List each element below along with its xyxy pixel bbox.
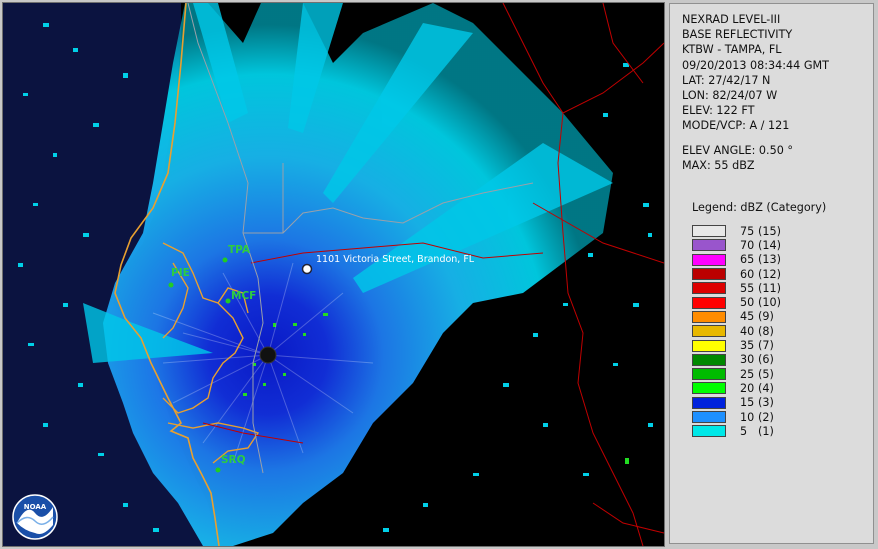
noaa-logo: NOAA <box>12 494 58 540</box>
legend-value: 65 <box>740 253 755 267</box>
address-label: 1101 Victoria Street, Brandon, FL <box>316 254 475 265</box>
product-name: NEXRAD LEVEL-III <box>682 13 781 26</box>
legend-category: (14) <box>758 238 781 252</box>
radar-map[interactable]: TPA PIE MCF SRQ 1101 Victoria Street, Br… <box>2 2 665 547</box>
legend-swatch <box>692 382 726 395</box>
legend-value: 35 <box>740 339 755 353</box>
legend-value: 70 <box>740 238 755 252</box>
legend-title: Legend: dBZ (Category) <box>692 201 827 214</box>
legend-value: 15 <box>740 396 755 410</box>
station-name: KTBW - TAMPA, FL <box>682 43 782 57</box>
legend-row: 60 (12) <box>692 267 786 281</box>
legend-category: (1) <box>758 424 774 438</box>
legend-value: 60 <box>740 267 755 281</box>
radar-info: NEXRAD LEVEL-III BASE REFLECTIVITY KTBW … <box>682 12 829 173</box>
radar-map-svg: TPA PIE MCF SRQ 1101 Victoria Street, Br… <box>3 3 664 546</box>
legend-category: (6) <box>758 353 774 367</box>
legend-value: 55 <box>740 281 755 295</box>
legend-value: 30 <box>740 353 755 367</box>
legend-swatch <box>692 396 726 409</box>
legend-swatch <box>692 310 726 323</box>
legend-category: (8) <box>758 324 774 338</box>
site-label-tpa: TPA <box>228 244 251 256</box>
elevation: ELEV: 122 FT <box>682 104 755 118</box>
legend-row: 25 (5) <box>692 367 786 381</box>
address-marker[interactable] <box>301 263 313 275</box>
legend-value: 10 <box>740 410 755 424</box>
scan-datetime: 09/20/2013 08:34:44 GMT <box>682 58 829 72</box>
legend-row: 45 (9) <box>692 310 786 324</box>
legend-swatch <box>692 411 726 423</box>
legend-value: 50 <box>740 296 755 310</box>
legend-category: (5) <box>758 367 774 381</box>
legend-value: 20 <box>740 381 755 395</box>
longitude: LON: 82/24/07 W <box>682 88 778 102</box>
legend-row: 50 (10) <box>692 295 786 309</box>
legend-value: 25 <box>740 367 755 381</box>
legend-row: 35 (7) <box>692 338 786 352</box>
site-label-srq: SRQ <box>221 454 246 466</box>
legend-category: (9) <box>758 310 774 324</box>
site-label-pie: PIE <box>171 267 190 279</box>
legend-row: 15 (3) <box>692 396 786 410</box>
legend-category: (13) <box>758 253 781 267</box>
legend-swatch <box>692 325 726 338</box>
legend-value: 45 <box>740 310 755 324</box>
legend-category: (15) <box>758 224 781 238</box>
legend-row: 55 (11) <box>692 281 786 295</box>
latitude: LAT: 27/42/17 N <box>682 73 771 87</box>
legend-swatch <box>692 253 726 266</box>
legend-swatch <box>692 296 726 309</box>
legend-category: (3) <box>758 396 774 410</box>
legend-value: 5 <box>740 424 748 438</box>
legend-row: 5 (1) <box>692 424 786 438</box>
legend-swatch <box>692 339 726 352</box>
legend-row: 65 (13) <box>692 253 786 267</box>
legend-value: 75 <box>740 224 755 238</box>
legend-row: 70 (14) <box>692 238 786 252</box>
max-dbz: MAX: 55 dBZ <box>682 158 755 172</box>
radar-site-marker <box>259 346 277 364</box>
product-type: BASE REFLECTIVITY <box>682 28 793 42</box>
legend-category: (12) <box>758 267 781 281</box>
legend-row: 10 (2) <box>692 410 786 424</box>
legend-swatch <box>692 239 726 252</box>
legend-value: 40 <box>740 324 755 338</box>
legend-swatch <box>692 425 726 438</box>
mode-vcp: MODE/VCP: A / 121 <box>682 119 790 133</box>
legend-category: (10) <box>758 296 781 310</box>
legend-swatch <box>692 268 726 281</box>
legend-category: (2) <box>758 410 774 424</box>
elev-angle: ELEV ANGLE: 0.50 ° <box>682 143 793 157</box>
legend-swatch <box>692 225 726 238</box>
legend-row: 30 (6) <box>692 353 786 367</box>
noaa-logo-text: NOAA <box>24 503 47 511</box>
legend-swatch <box>692 282 726 295</box>
legend-category: (11) <box>758 281 781 295</box>
legend-swatch <box>692 368 726 381</box>
info-panel: NEXRAD LEVEL-III BASE REFLECTIVITY KTBW … <box>669 3 874 544</box>
legend-row: 40 (8) <box>692 324 786 338</box>
legend-category: (4) <box>758 381 774 395</box>
site-label-mcf: MCF <box>231 290 256 302</box>
legend-row: 20 (4) <box>692 381 786 395</box>
legend-swatch <box>692 353 726 366</box>
legend: 75 (15) 70 (14) 65 (13) 60 (12) 55 (11) 50 (10) 45 (9… <box>692 224 786 438</box>
legend-category: (7) <box>758 339 774 353</box>
legend-row: 75 (15) <box>692 224 786 238</box>
